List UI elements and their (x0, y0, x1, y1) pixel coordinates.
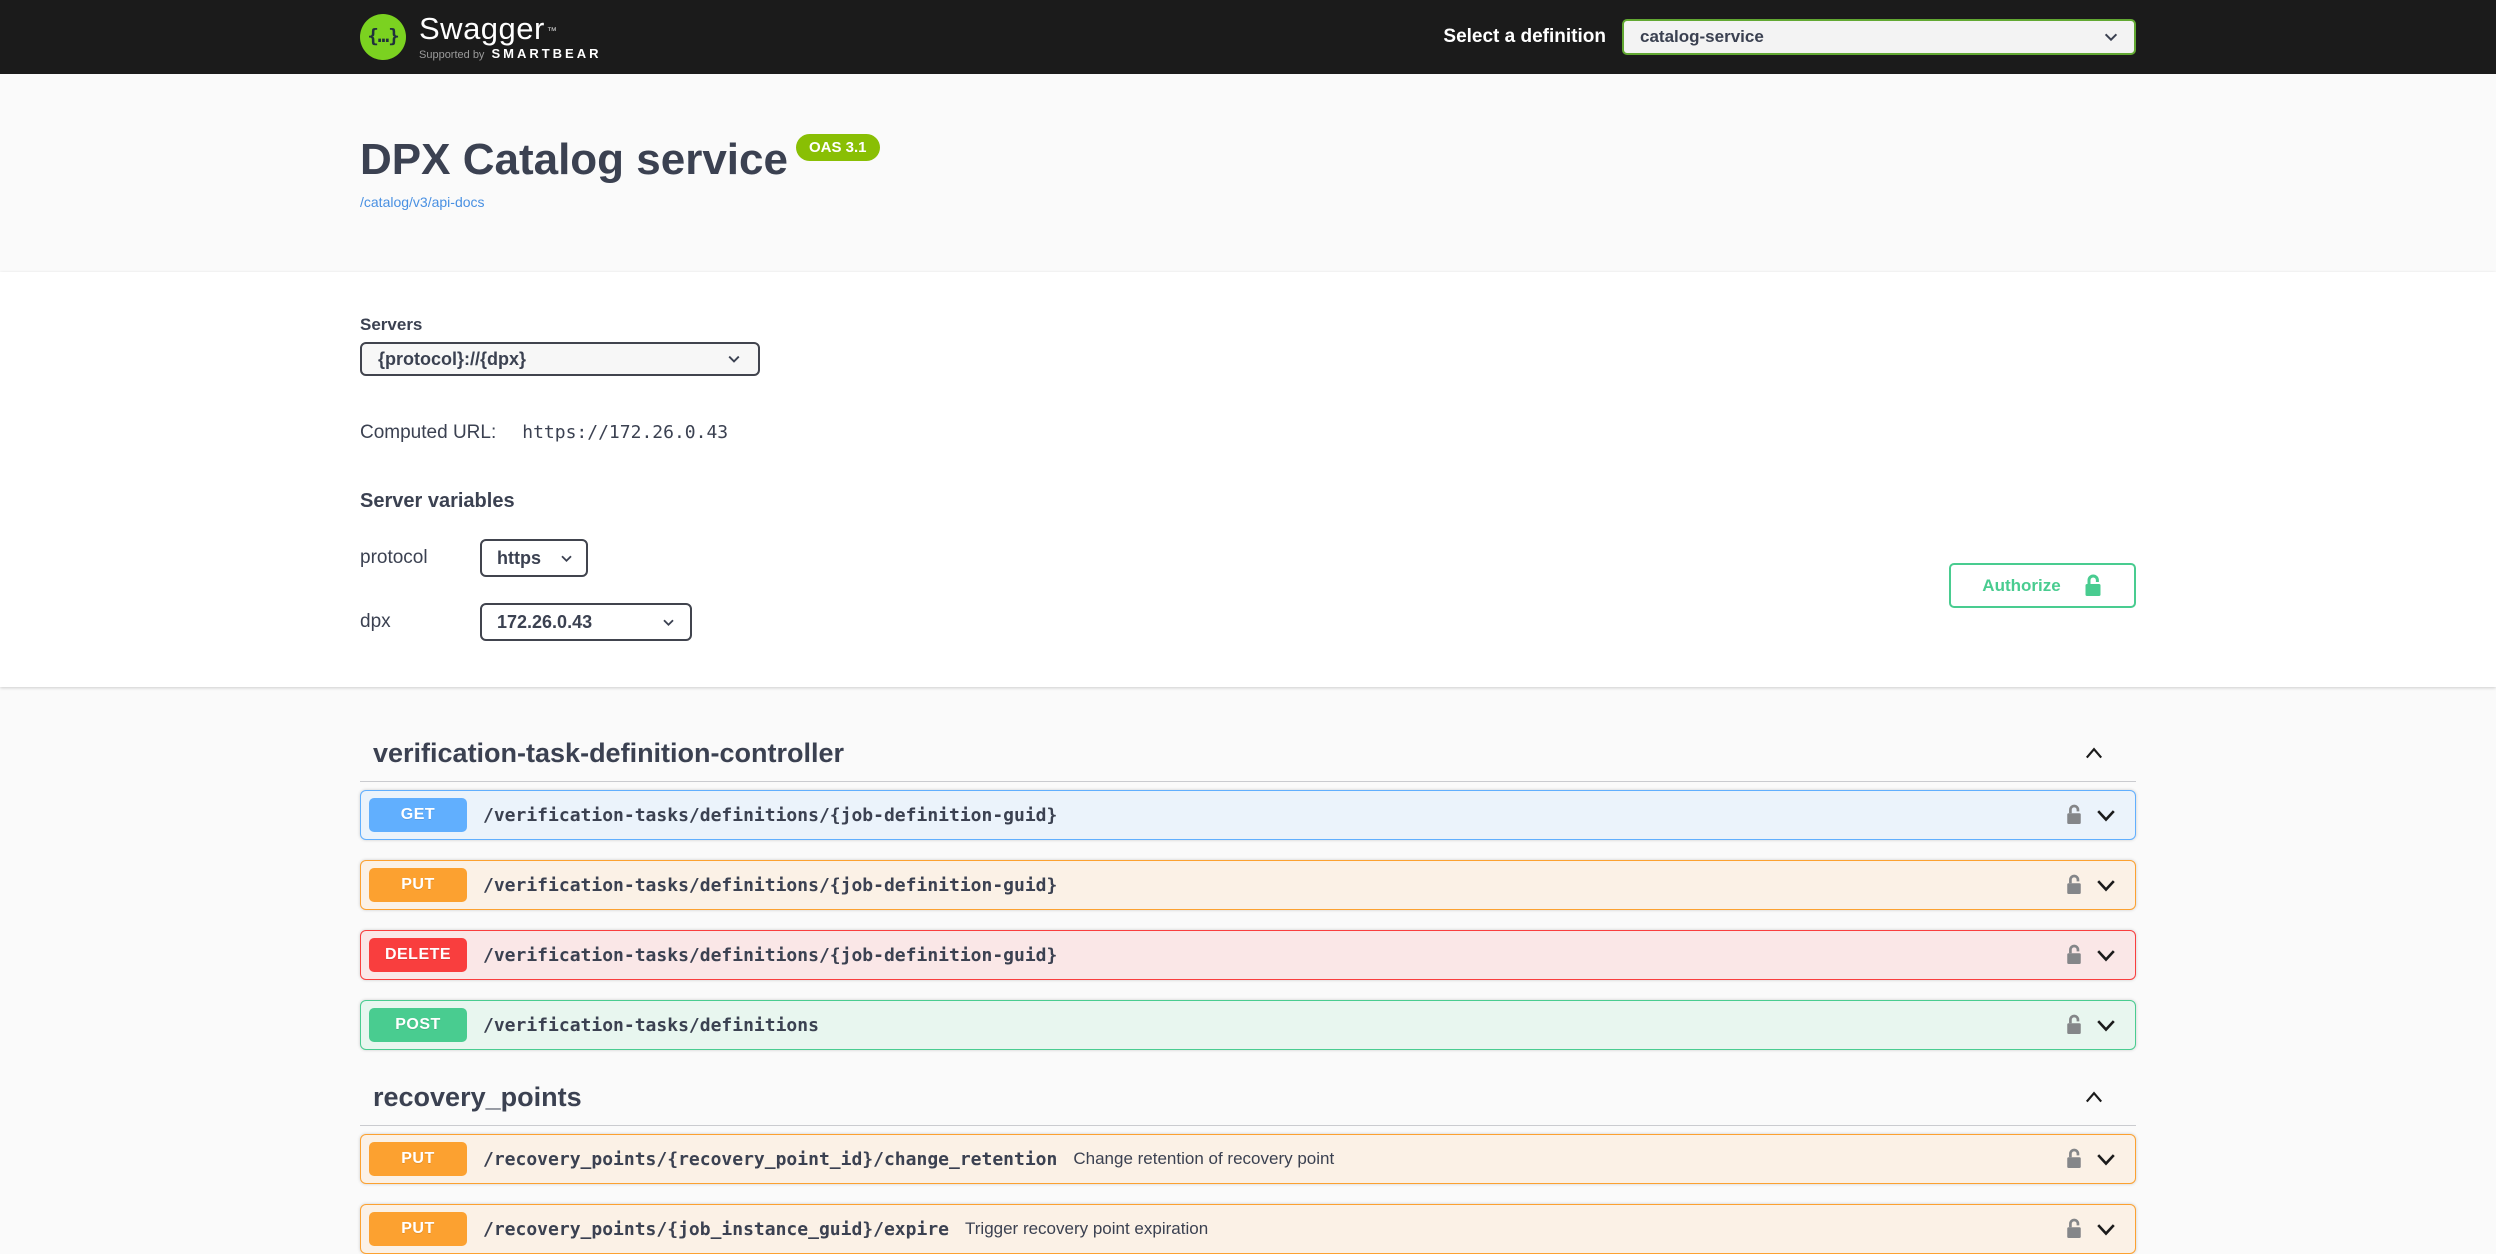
unlocked-padlock-icon[interactable] (2065, 1217, 2083, 1241)
collapse-section-button[interactable] (2082, 742, 2106, 766)
unlocked-padlock-icon[interactable] (2065, 1147, 2083, 1171)
swagger-logo[interactable]: {…} Swagger ™ Supported by SMARTBEAR (360, 13, 602, 61)
trademark-symbol: ™ (547, 27, 557, 37)
opblock-tag-section: recovery_points PUT /recovery_points/{re… (360, 1076, 2136, 1254)
protocol-select[interactable]: https (480, 539, 588, 577)
computed-url-value: https://172.26.0.43 (522, 422, 728, 443)
operation-row[interactable]: DELETE /verification-tasks/definitions/{… (360, 930, 2136, 980)
protocol-select-value: https (497, 548, 541, 569)
select-definition-label: Select a definition (1443, 26, 1606, 48)
authorize-button[interactable]: Authorize (1949, 563, 2136, 608)
chevron-down-icon[interactable] (2093, 1146, 2119, 1172)
method-badge: GET (369, 798, 467, 832)
scheme-container: Servers {protocol}://{dpx} Computed URL:… (0, 272, 2496, 687)
chevron-down-icon (2102, 28, 2120, 46)
opblock-tag-section: verification-task-definition-controller … (360, 732, 2136, 1050)
method-badge: PUT (369, 1142, 467, 1176)
operation-row[interactable]: PUT /verification-tasks/definitions/{job… (360, 860, 2136, 910)
section-title: verification-task-definition-controller (373, 738, 844, 769)
dpx-select-value: 172.26.0.43 (497, 612, 592, 633)
operations-area: verification-task-definition-controller … (0, 687, 2496, 1254)
server-variables-title: Server variables (360, 490, 760, 513)
unlocked-padlock-icon (2083, 573, 2103, 599)
chevron-up-icon (2082, 742, 2106, 766)
operation-path: /verification-tasks/definitions/{job-def… (483, 875, 1057, 896)
operation-path: /verification-tasks/definitions (483, 1015, 819, 1036)
servers-select[interactable]: {protocol}://{dpx} (360, 342, 760, 376)
page-title: DPX Catalog service (360, 135, 788, 184)
smartbear-label: SMARTBEAR (491, 47, 601, 60)
swagger-logo-icon: {…} (360, 14, 406, 60)
operation-list: GET /verification-tasks/definitions/{job… (360, 782, 2136, 1050)
chevron-down-icon[interactable] (2093, 872, 2119, 898)
unlocked-padlock-icon[interactable] (2065, 943, 2083, 967)
dpx-select[interactable]: 172.26.0.43 (480, 603, 692, 641)
collapse-section-button[interactable] (2082, 1086, 2106, 1110)
chevron-down-icon (661, 615, 676, 630)
swagger-braces-glyph: {…} (367, 25, 398, 47)
variable-name-protocol: protocol (360, 547, 480, 569)
chevron-down-icon (559, 551, 574, 566)
definition-select-value: catalog-service (1640, 27, 1764, 47)
chevron-down-icon[interactable] (2093, 802, 2119, 828)
unlocked-padlock-icon[interactable] (2065, 1013, 2083, 1037)
server-variable-row: dpx 172.26.0.43 (360, 603, 760, 641)
chevron-down-icon[interactable] (2093, 1012, 2119, 1038)
chevron-up-icon (2082, 1086, 2106, 1110)
unlocked-padlock-icon[interactable] (2065, 803, 2083, 827)
chevron-down-icon[interactable] (2093, 942, 2119, 968)
operation-path: /verification-tasks/definitions/{job-def… (483, 945, 1057, 966)
variable-name-dpx: dpx (360, 611, 480, 633)
section-title: recovery_points (373, 1082, 582, 1113)
operation-list: PUT /recovery_points/{recovery_point_id}… (360, 1126, 2136, 1254)
operation-path: /recovery_points/{job_instance_guid}/exp… (483, 1219, 949, 1240)
servers-block: Servers {protocol}://{dpx} Computed URL:… (360, 315, 760, 641)
info-section: DPX Catalog service OAS 3.1 /catalog/v3/a… (0, 74, 2496, 272)
operations-list: verification-task-definition-controller … (360, 732, 2136, 1254)
authorize-label: Authorize (1982, 576, 2060, 596)
operation-path: /recovery_points/{recovery_point_id}/cha… (483, 1149, 1057, 1170)
brand-name: Swagger (419, 13, 545, 44)
server-variable-row: protocol https (360, 539, 760, 577)
section-header[interactable]: verification-task-definition-controller (360, 732, 2136, 782)
operation-row[interactable]: GET /verification-tasks/definitions/{job… (360, 790, 2136, 840)
chevron-down-icon[interactable] (2093, 1216, 2119, 1242)
servers-label: Servers (360, 315, 760, 335)
operation-description: Change retention of recovery point (1073, 1149, 1334, 1169)
topbar: {…} Swagger ™ Supported by SMARTBEAR Sel… (0, 0, 2496, 74)
computed-url-label: Computed URL: (360, 422, 496, 444)
method-badge: PUT (369, 1212, 467, 1246)
oas-version-badge: OAS 3.1 (796, 134, 880, 161)
operation-description: Trigger recovery point expiration (965, 1219, 1208, 1239)
method-badge: PUT (369, 868, 467, 902)
method-badge: DELETE (369, 938, 467, 972)
operation-row[interactable]: PUT /recovery_points/{job_instance_guid}… (360, 1204, 2136, 1254)
section-header[interactable]: recovery_points (360, 1076, 2136, 1126)
servers-select-value: {protocol}://{dpx} (378, 349, 526, 370)
unlocked-padlock-icon[interactable] (2065, 873, 2083, 897)
method-badge: POST (369, 1008, 467, 1042)
operation-row[interactable]: POST /verification-tasks/definitions (360, 1000, 2136, 1050)
chevron-down-icon (726, 351, 742, 367)
definition-select[interactable]: catalog-service (1622, 19, 2136, 55)
supported-by-label: Supported by (419, 50, 484, 61)
operation-row[interactable]: PUT /recovery_points/{recovery_point_id}… (360, 1134, 2136, 1184)
operation-path: /verification-tasks/definitions/{job-def… (483, 805, 1057, 826)
api-docs-link[interactable]: /catalog/v3/api-docs (360, 194, 2136, 210)
